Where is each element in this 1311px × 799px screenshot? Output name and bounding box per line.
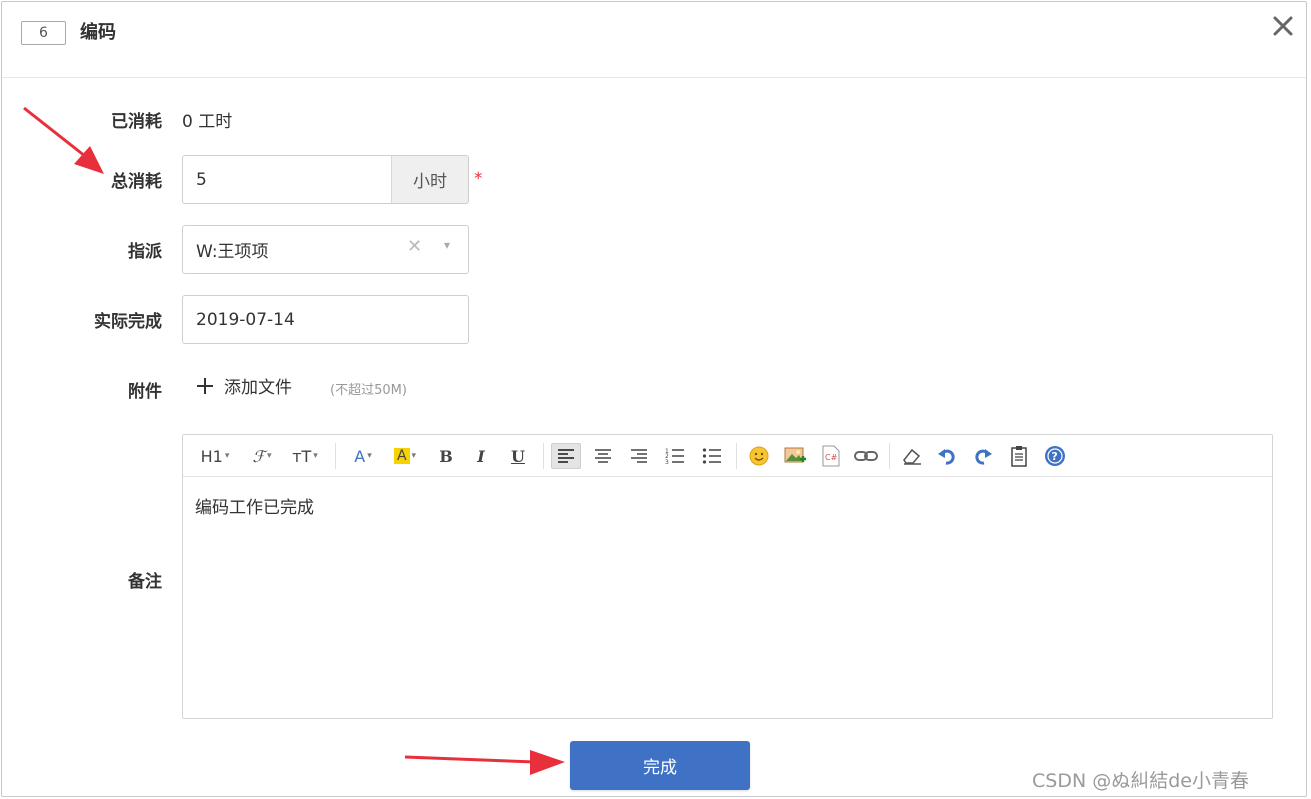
add-file-button[interactable]: 添加文件 <box>195 373 292 398</box>
help-icon: ? <box>1045 446 1065 466</box>
font-size-button[interactable]: ᴛT ▾ <box>287 443 323 469</box>
ordered-list-button[interactable]: 123 <box>660 443 690 469</box>
heading-button[interactable]: H1 ▾ <box>195 443 235 469</box>
highlight-icon: A <box>393 448 410 464</box>
eraser-icon <box>903 448 921 465</box>
finished-date-input[interactable]: 2019-07-14 <box>182 295 469 344</box>
complete-button[interactable]: 完成 <box>570 741 750 790</box>
toolbar-separator <box>736 443 737 469</box>
chevron-down-icon[interactable]: ▾ <box>444 238 450 252</box>
add-file-label: 添加文件 <box>224 378 292 398</box>
help-button[interactable]: ? <box>1042 443 1068 469</box>
total-consumed-input[interactable]: 5 <box>182 155 392 204</box>
consumed-value: 0 工时 <box>182 112 233 132</box>
font-family-button[interactable]: ℱ ▾ <box>245 443 279 469</box>
paste-text-button[interactable] <box>1006 443 1032 469</box>
clear-selection-icon[interactable]: ✕ <box>407 236 422 257</box>
ordered-list-icon: 123 <box>665 448 684 465</box>
redo-button[interactable] <box>970 443 996 469</box>
unordered-list-icon <box>702 448 721 464</box>
undo-button[interactable] <box>934 443 960 469</box>
remark-label: 备注 <box>128 572 162 592</box>
italic-button[interactable]: I <box>470 443 492 469</box>
toolbar-separator <box>889 443 890 469</box>
svg-text:3: 3 <box>665 459 669 465</box>
unordered-list-button[interactable] <box>697 443 727 469</box>
align-center-icon <box>595 449 611 463</box>
task-id-badge: 6 <box>21 21 66 45</box>
dialog-title: 编码 <box>80 22 116 43</box>
dialog: 6 编码 已消耗 0 工时 总消耗 5 小时 * 指派 W:王项项 ✕ ▾ 实际… <box>1 1 1307 797</box>
link-icon <box>854 451 878 461</box>
required-mark: * <box>474 169 483 189</box>
font-size-icon: ᴛT <box>292 446 312 466</box>
svg-text:?: ? <box>1051 450 1057 463</box>
rich-text-editor[interactable]: H1 ▾ ℱ ▾ ᴛT ▾ A ▾ A ▾ B I U 1 2 3 C# ? 编… <box>182 434 1273 719</box>
align-right-button[interactable] <box>624 443 654 469</box>
file-size-hint: (不超过50M) <box>330 383 407 398</box>
clipboard-icon <box>1011 446 1027 467</box>
redo-icon <box>975 449 992 465</box>
editor-content[interactable]: 编码工作已完成 <box>195 493 314 518</box>
close-button[interactable] <box>1268 11 1298 41</box>
clear-format-button[interactable] <box>898 443 926 469</box>
insert-image-button[interactable] <box>781 443 809 469</box>
finished-date-label: 实际完成 <box>94 312 162 332</box>
align-left-button[interactable] <box>551 443 581 469</box>
watermark: CSDN @ぬ糾結de小青春 <box>1032 770 1249 792</box>
align-right-icon <box>631 449 647 463</box>
background-color-button[interactable]: A ▾ <box>388 443 422 469</box>
align-center-button[interactable] <box>588 443 618 469</box>
toolbar-separator <box>335 443 336 469</box>
image-icon <box>784 447 806 463</box>
bold-button[interactable]: B <box>435 443 457 469</box>
smiley-icon <box>749 446 769 466</box>
attachment-label: 附件 <box>128 382 162 402</box>
code-icon: C# <box>822 445 840 467</box>
undo-icon <box>938 449 955 465</box>
heading-label: H1 <box>200 446 223 466</box>
editor-toolbar: H1 ▾ ℱ ▾ ᴛT ▾ A ▾ A ▾ B I U 1 2 3 C# ? <box>183 435 1272 477</box>
assign-select[interactable]: W:王项项 <box>182 225 469 274</box>
plus-icon <box>197 377 213 394</box>
assign-label: 指派 <box>128 242 162 262</box>
underline-button[interactable]: U <box>507 443 529 469</box>
svg-text:C#: C# <box>825 453 838 462</box>
consumed-label: 已消耗 <box>111 112 162 132</box>
hours-unit-addon: 小时 <box>391 155 469 204</box>
close-icon <box>1273 16 1293 36</box>
total-consumed-label: 总消耗 <box>111 172 162 192</box>
dialog-header: 6 编码 <box>2 2 1306 78</box>
align-left-icon <box>558 449 574 463</box>
insert-link-button[interactable] <box>852 443 880 469</box>
insert-code-button[interactable]: C# <box>817 443 845 469</box>
font-family-icon: ℱ <box>252 446 266 466</box>
font-color-icon: A <box>354 446 366 466</box>
emoji-button[interactable] <box>745 443 773 469</box>
font-color-button[interactable]: A ▾ <box>347 443 379 469</box>
toolbar-separator <box>543 443 544 469</box>
assign-selected-value: W:王项项 <box>196 242 269 262</box>
